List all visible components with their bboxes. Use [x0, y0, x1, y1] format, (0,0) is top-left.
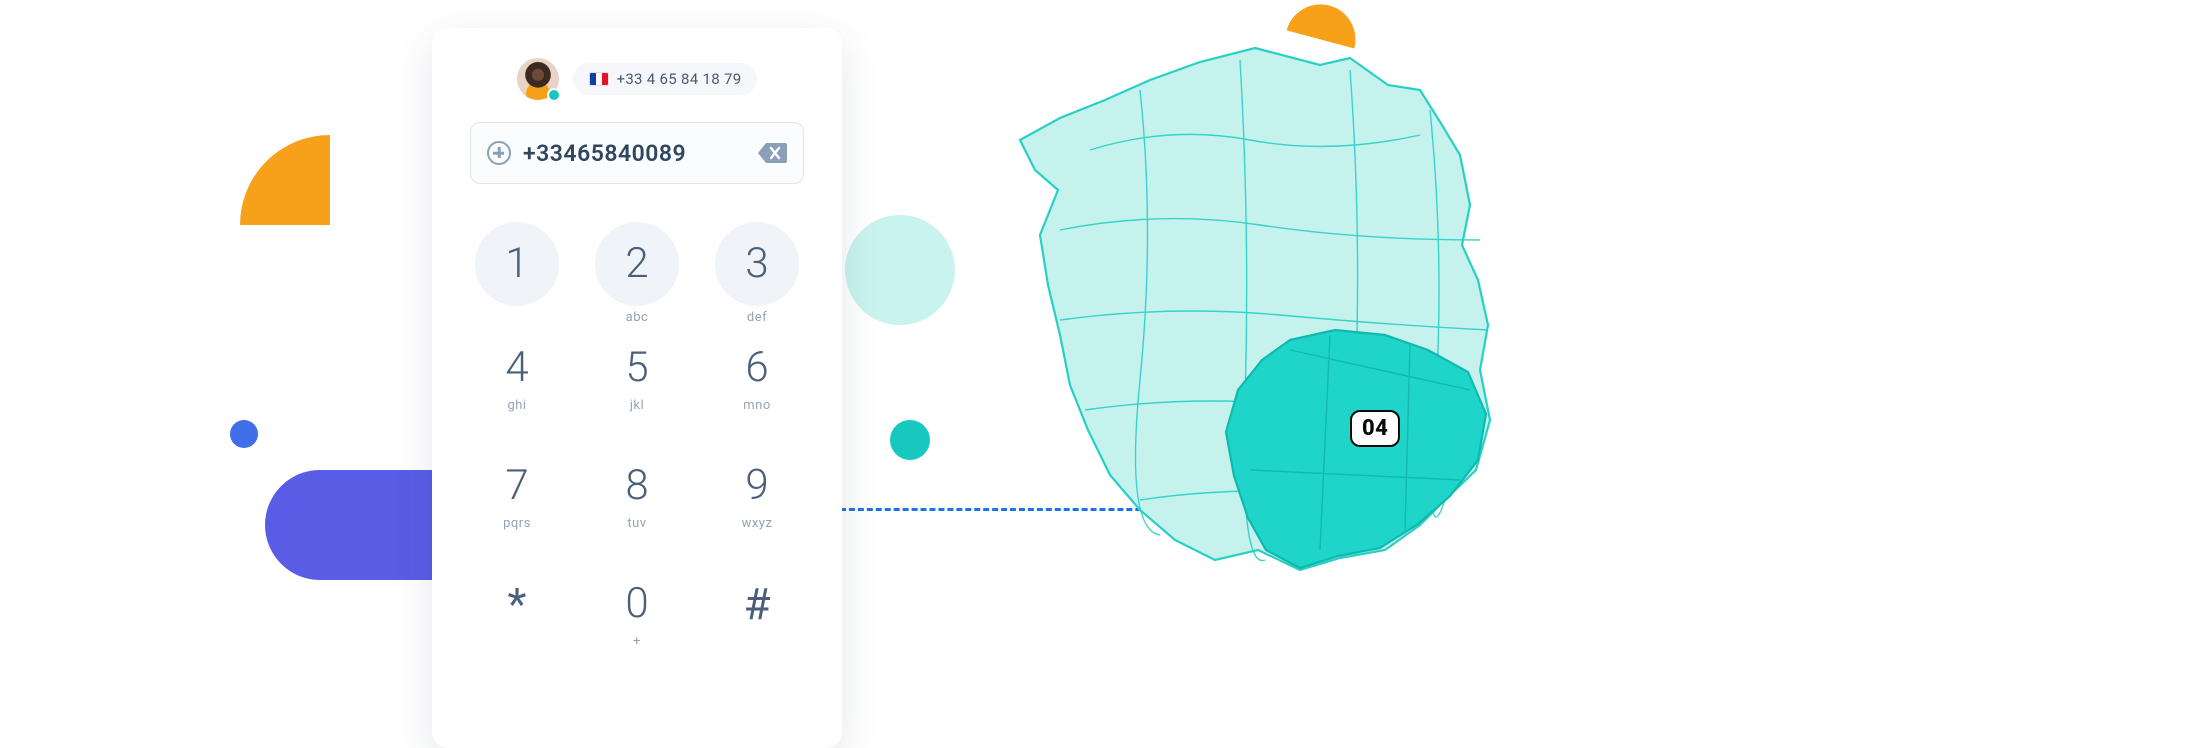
deco-mint-circle	[845, 215, 955, 325]
key-letters: +	[633, 634, 641, 649]
key-digit: 6	[745, 347, 768, 389]
key-letters: abc	[626, 310, 649, 325]
key-3[interactable]: 3 def	[710, 222, 804, 330]
key-letters: jkl	[630, 398, 644, 413]
key-letters: ghi	[507, 398, 526, 413]
add-contact-icon[interactable]	[487, 141, 511, 165]
key-digit: #	[743, 582, 770, 626]
key-digit: 8	[625, 465, 648, 507]
key-7[interactable]: 7 pqrs	[470, 458, 564, 566]
key-4[interactable]: 4 ghi	[470, 340, 564, 448]
key-hash[interactable]: #	[710, 576, 804, 684]
keypad: 1 2 abc 3 def 4 ghi 5 jkl 6 mno 7 pqrs 8 tuv 9 w…	[470, 222, 804, 684]
region-badge-04: 04	[1350, 410, 1400, 447]
dial-number-field[interactable]: +33465840089	[470, 122, 804, 184]
key-digit: 1	[505, 243, 528, 285]
key-1[interactable]: 1	[470, 222, 564, 330]
key-digit: 7	[505, 465, 528, 507]
backspace-icon[interactable]	[757, 142, 787, 164]
deco-blue-dot	[230, 420, 258, 448]
key-letters: pqrs	[503, 516, 531, 531]
avatar[interactable]	[517, 58, 559, 100]
key-2[interactable]: 2 abc	[590, 222, 684, 330]
key-6[interactable]: 6 mno	[710, 340, 804, 448]
key-0[interactable]: 0+	[590, 576, 684, 684]
deco-teal-dot	[890, 420, 930, 460]
key-digit: *	[508, 582, 527, 626]
key-digit: 3	[745, 243, 768, 285]
key-digit: 0	[625, 583, 648, 625]
dial-number-value: +33465840089	[523, 140, 686, 167]
deco-orange-quarter	[240, 135, 330, 225]
key-letters: mno	[743, 398, 771, 413]
presence-online-icon	[547, 88, 561, 102]
key-digit: 4	[505, 347, 528, 389]
current-number-text: +33 4 65 84 18 79	[617, 70, 742, 88]
key-letters: tuv	[627, 516, 646, 531]
key-letters: wxyz	[742, 516, 773, 531]
dialer-header: +33 4 65 84 18 79	[470, 58, 804, 100]
stage: +33 4 65 84 18 79 +33465840089 1 2 abc 3 d…	[0, 0, 2200, 748]
key-star[interactable]: *	[470, 576, 564, 684]
key-letters: def	[747, 310, 767, 325]
key-8[interactable]: 8 tuv	[590, 458, 684, 566]
key-9[interactable]: 9 wxyz	[710, 458, 804, 566]
key-digit: 5	[625, 347, 648, 389]
dialer-card: +33 4 65 84 18 79 +33465840089 1 2 abc 3 d…	[432, 28, 842, 748]
map-highlight-04	[1226, 330, 1486, 568]
current-number-badge[interactable]: +33 4 65 84 18 79	[573, 63, 758, 95]
key-digit: 9	[745, 465, 768, 507]
key-5[interactable]: 5 jkl	[590, 340, 684, 448]
france-map: 04	[990, 30, 1550, 590]
flag-france-icon	[589, 72, 609, 86]
key-digit: 2	[625, 243, 648, 285]
